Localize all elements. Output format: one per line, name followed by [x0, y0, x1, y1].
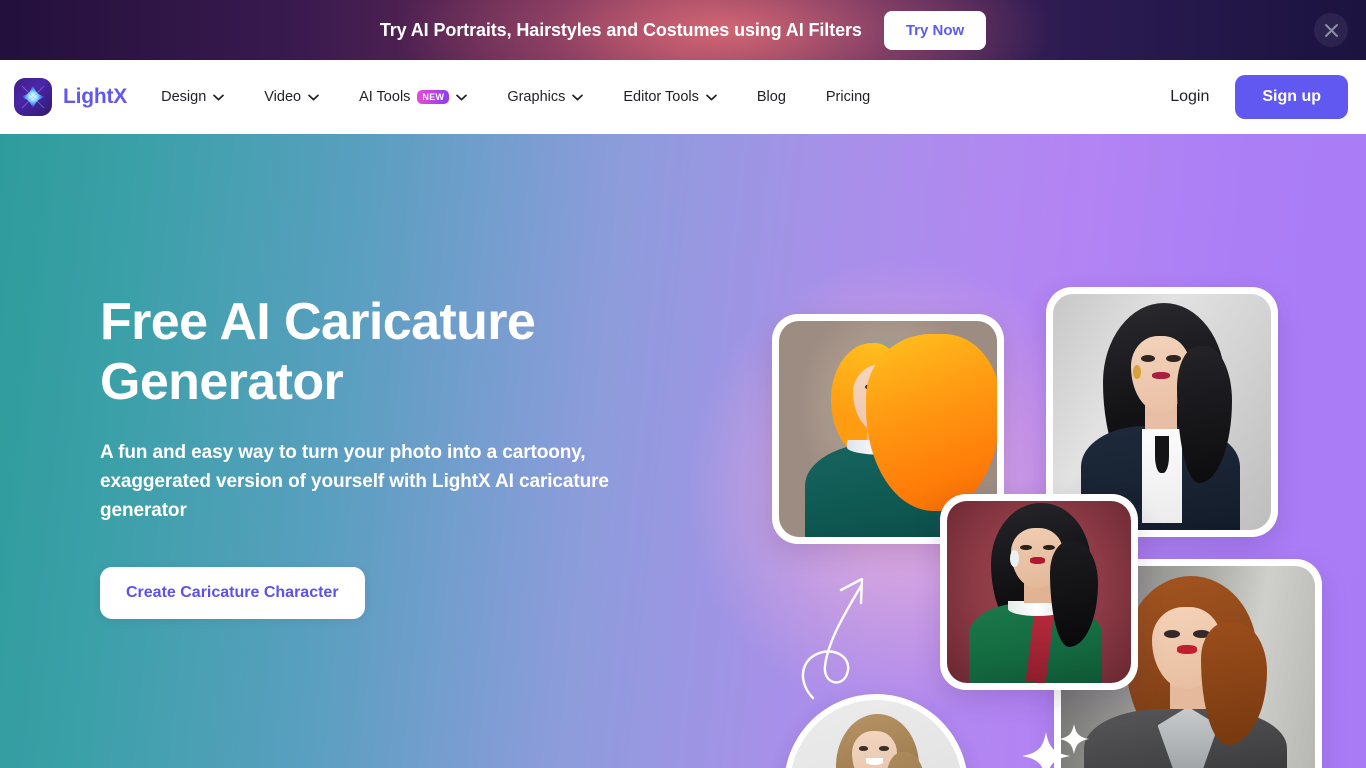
original-photo-red-sweater-image — [790, 700, 962, 768]
curved-arrow-icon — [795, 566, 905, 706]
chevron-down-icon — [706, 89, 717, 105]
nav-item-blog[interactable]: Blog — [757, 81, 786, 113]
nav-label-graphics: Graphics — [507, 89, 566, 105]
chevron-down-icon — [308, 89, 319, 105]
nav-item-pricing[interactable]: Pricing — [826, 81, 870, 113]
brand-logo-link[interactable]: LightX — [14, 78, 127, 116]
nav-label-editor-tools: Editor Tools — [623, 89, 699, 105]
main-navbar: LightX Design Video AI Tools NEW Graphic… — [0, 60, 1366, 134]
chevron-down-icon — [213, 89, 225, 105]
nav-account-actions: Login Sign up — [1170, 75, 1348, 119]
nav-label-pricing: Pricing — [825, 89, 871, 105]
nav-label-blog: Blog — [756, 89, 786, 105]
hero-gallery — [0, 134, 1366, 768]
nav-item-design[interactable]: Design — [161, 81, 225, 113]
gallery-card-caricature-green-dress[interactable] — [940, 494, 1138, 690]
brand-name: LightX — [63, 85, 128, 108]
signup-button[interactable]: Sign up — [1235, 75, 1348, 119]
promo-banner: Try AI Portraits, Hairstyles and Costume… — [0, 0, 1366, 60]
close-banner-button[interactable] — [1314, 13, 1348, 47]
login-link[interactable]: Login — [1170, 88, 1209, 106]
nav-label-design: Design — [161, 89, 207, 105]
nav-item-editor-tools[interactable]: Editor Tools — [623, 81, 717, 113]
try-now-button[interactable]: Try Now — [883, 10, 987, 50]
nav-label-video: Video — [264, 89, 302, 105]
sparkle-icon — [1020, 722, 1100, 768]
new-badge: NEW — [417, 90, 450, 104]
caricature-green-dress-maroon-bg-image — [947, 501, 1131, 683]
chevron-down-icon — [572, 89, 584, 105]
promo-banner-message: Try AI Portraits, Hairstyles and Costume… — [379, 19, 862, 40]
nav-item-video[interactable]: Video — [264, 81, 319, 113]
nav-item-graphics[interactable]: Graphics — [507, 81, 584, 113]
nav-links: Design Video AI Tools NEW Graphics Edito… — [161, 81, 870, 113]
chevron-down-icon — [456, 89, 468, 105]
nav-label-ai-tools: AI Tools — [359, 89, 411, 105]
hero-section: Free AI Caricature Generator A fun and e… — [0, 134, 1366, 768]
lightx-sparkle-logo-icon — [14, 78, 52, 116]
nav-item-ai-tools[interactable]: AI Tools NEW — [359, 81, 468, 113]
close-icon — [1324, 23, 1339, 38]
